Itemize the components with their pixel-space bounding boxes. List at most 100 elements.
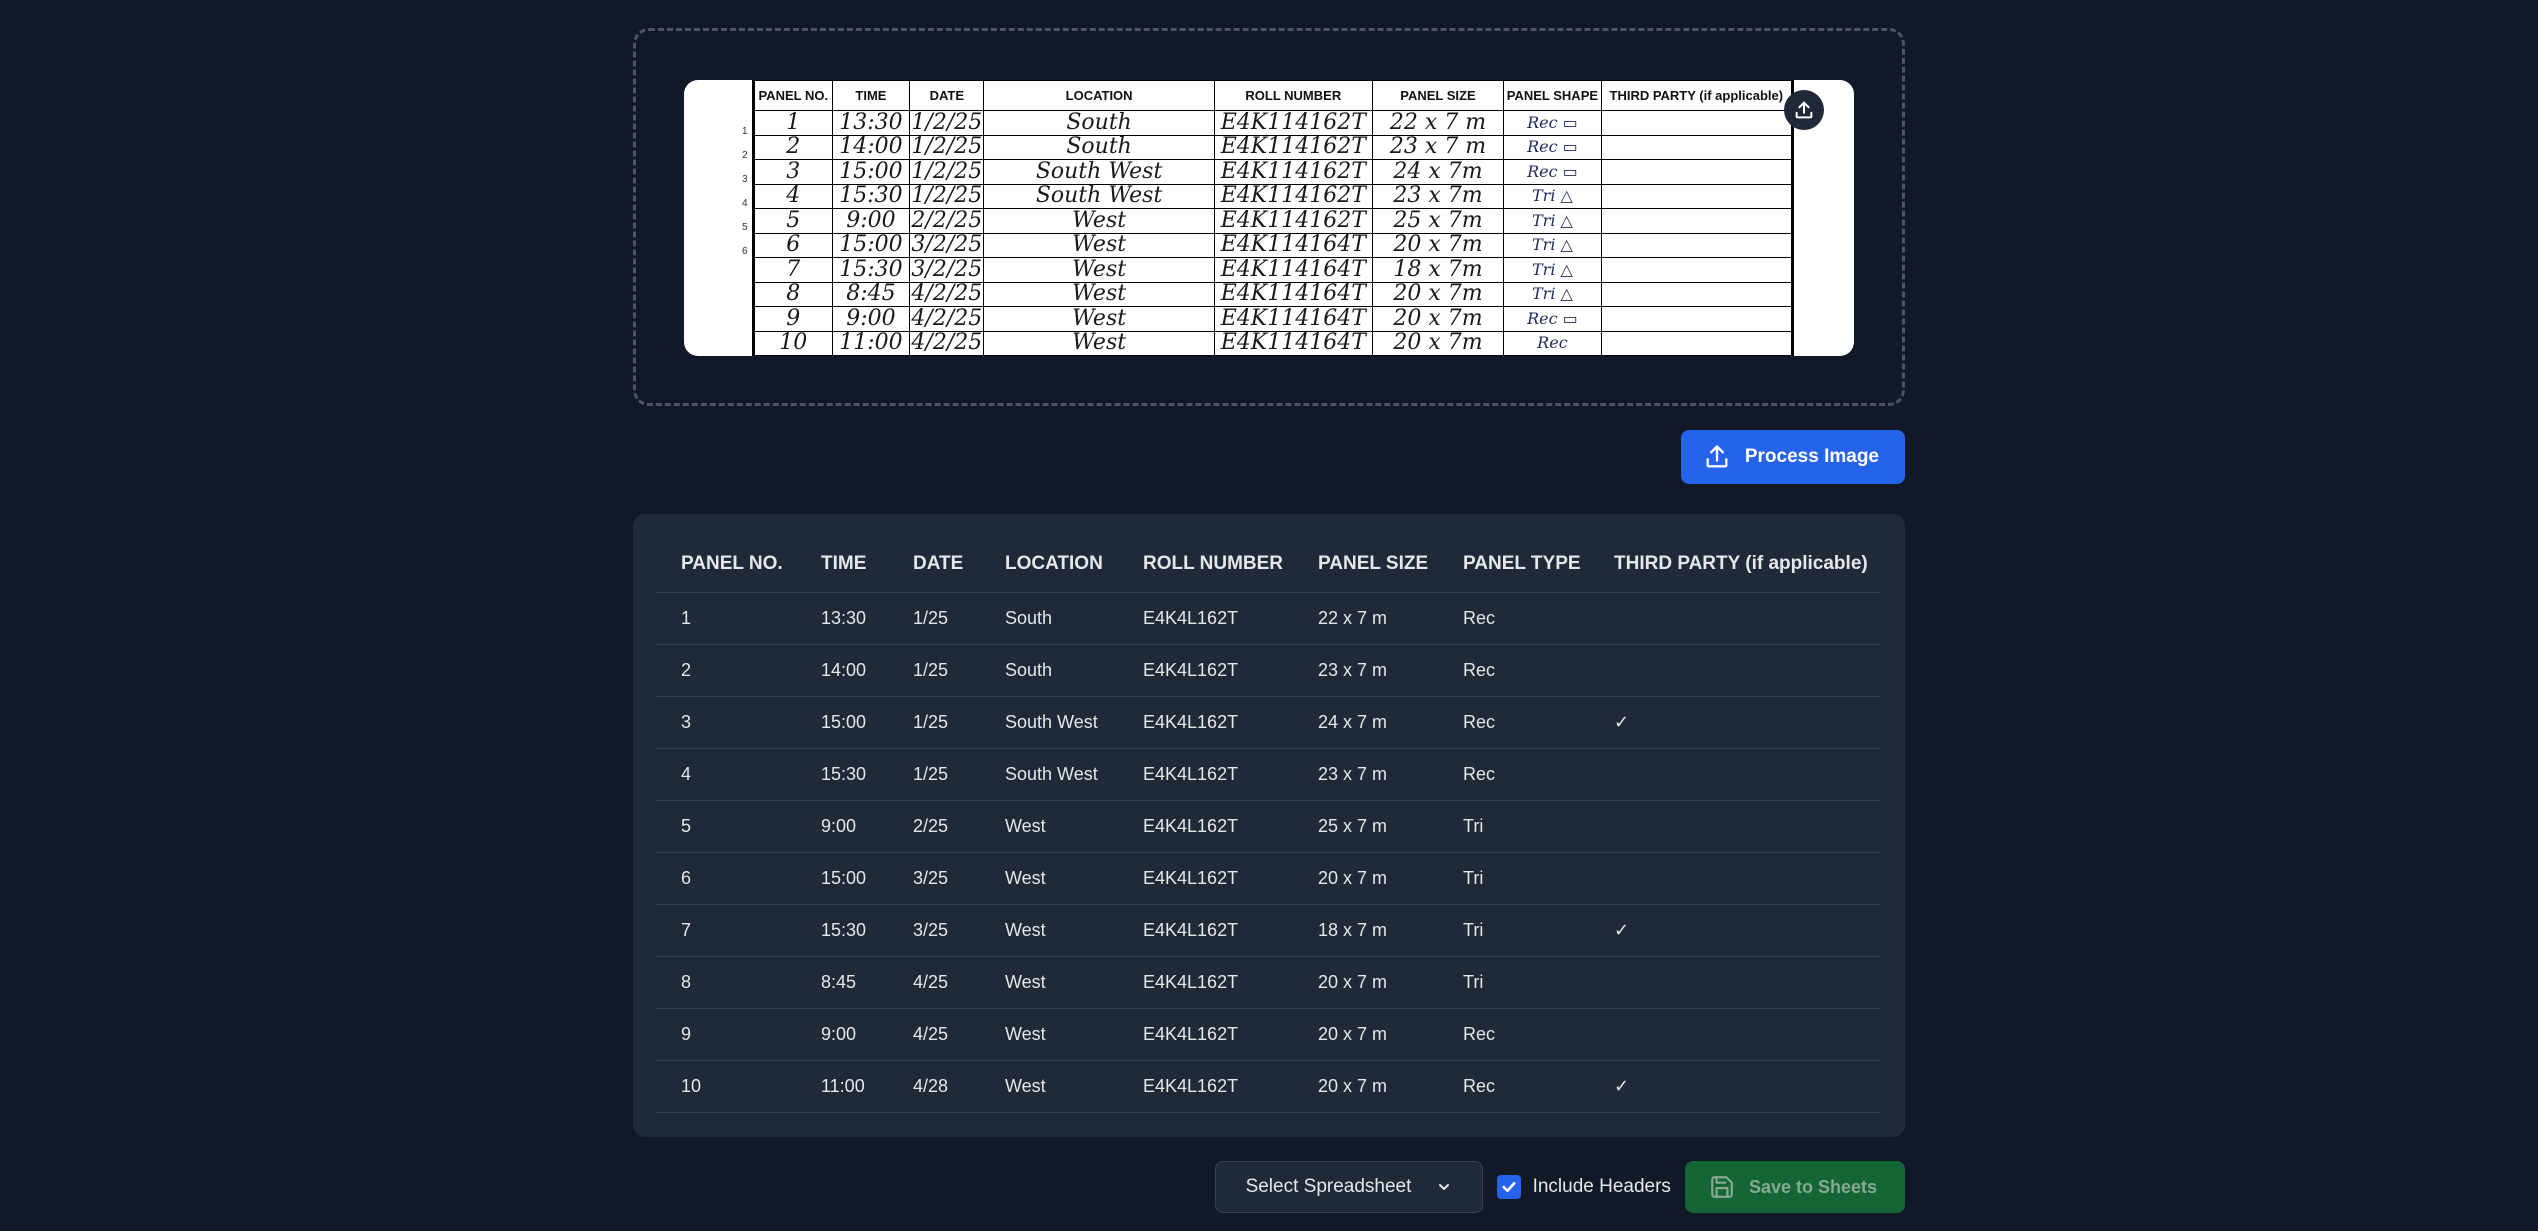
- table-cell: E4K4L162T: [1119, 800, 1294, 853]
- table-cell: 8:45: [797, 956, 889, 1009]
- sheet-cell: 2: [754, 134, 833, 160]
- table-row: 10 11:00 4/28 West E4K4L162T 20 x 7 m Rec ✓: [657, 1060, 1881, 1113]
- table-cell: [1590, 644, 1881, 697]
- table-cell: 10: [657, 1060, 797, 1113]
- table-cell: South: [981, 592, 1119, 645]
- sheet-cell: 9: [754, 306, 833, 332]
- sheet-cell: 3/2/25: [909, 232, 985, 258]
- spreadsheet-select[interactable]: Select Spreadsheet: [1214, 1161, 1483, 1213]
- sheet-cell: Rec ▭: [1503, 159, 1602, 185]
- results-card: PANEL NO. TIME DATE LOCATION ROLL NUMBER PANE…: [633, 514, 1905, 1137]
- sheet-cell: 4: [754, 183, 833, 209]
- sheet-row: 3 15:00 1/2/25 South West E4K114162T 24 x 7m R…: [754, 159, 1793, 185]
- table-cell: E4K4L162T: [1119, 1008, 1294, 1061]
- table-cell: 3/25: [889, 852, 981, 905]
- table-cell: Rec: [1439, 592, 1590, 645]
- table-cell: 6: [657, 852, 797, 905]
- table-cell: West: [981, 956, 1119, 1009]
- table-cell: Tri: [1439, 956, 1590, 1009]
- sheet-cell: 9:00: [831, 208, 911, 234]
- table-cell: 24 x 7 m: [1294, 696, 1439, 749]
- sheet-cell: 5: [754, 208, 833, 234]
- sheet-cell: E4K114164T: [1213, 330, 1373, 356]
- table-cell: Rec: [1439, 696, 1590, 749]
- table-row: 7 15:30 3/25 West E4K4L162T 18 x 7 m Tri ✓: [657, 904, 1881, 957]
- results-header-cell: ROLL NUMBER: [1119, 536, 1294, 593]
- table-cell: E4K4L162T: [1119, 696, 1294, 749]
- results-header-cell: PANEL SIZE: [1294, 536, 1439, 593]
- upload-icon: [1706, 445, 1728, 468]
- table-cell: 3/25: [889, 904, 981, 957]
- include-headers-checkbox[interactable]: [1496, 1175, 1521, 1199]
- sheet-cell: 15:00: [831, 159, 911, 185]
- table-cell: 22 x 7 m: [1294, 592, 1439, 645]
- sheet-cell: 9:00: [831, 306, 911, 332]
- reupload-button[interactable]: [1784, 90, 1824, 130]
- handwritten-header-row: PANEL NO. TIME DATE LOCATION ROLL NUMBER PANE…: [754, 80, 1793, 111]
- results-header-cell: LOCATION: [981, 536, 1119, 593]
- sheet-cell: West: [983, 257, 1215, 283]
- table-cell: 11:00: [797, 1060, 889, 1113]
- table-cell: ✓: [1590, 696, 1881, 749]
- table-cell: 1/25: [889, 592, 981, 645]
- table-cell: 7: [657, 904, 797, 957]
- table-cell: Tri: [1439, 904, 1590, 957]
- table-cell: Tri: [1439, 852, 1590, 905]
- process-image-button[interactable]: Process Image: [1680, 430, 1905, 484]
- image-dropzone[interactable]: 123456 PANEL NO. TIME DATE LOCATION ROLL NUM…: [633, 28, 1905, 406]
- margin-mark: 3: [742, 174, 748, 185]
- sheet-cell: West: [983, 330, 1215, 356]
- sheet-cell: 14:00: [831, 134, 911, 160]
- margin-mark: 6: [742, 246, 748, 257]
- results-header-cell: DATE: [889, 536, 981, 593]
- table-row: 3 15:00 1/25 South West E4K4L162T 24 x 7 m Rec…: [657, 696, 1881, 749]
- sheet-row: 5 9:00 2/2/25 West E4K114162T 25 x 7m Tri △: [754, 208, 1793, 234]
- sheet-cell: [1600, 257, 1793, 283]
- table-cell: Rec: [1439, 1008, 1590, 1061]
- sheet-cell: E4K114164T: [1213, 232, 1373, 258]
- sheet-cell: Tri △: [1503, 183, 1602, 209]
- table-cell: [1590, 800, 1881, 853]
- sheet-header-cell: PANEL SHAPE: [1503, 80, 1602, 111]
- sheet-row: 7 15:30 3/2/25 West E4K114164T 18 x 7m Tri △: [754, 257, 1793, 283]
- table-cell: West: [981, 1060, 1119, 1113]
- sheet-cell: 10: [754, 330, 833, 356]
- sheet-cell: 8:45: [831, 281, 911, 307]
- process-row: Process Image: [633, 430, 1905, 484]
- table-row: 5 9:00 2/25 West E4K4L162T 25 x 7 m Tri: [657, 800, 1881, 853]
- table-cell: 20 x 7 m: [1294, 956, 1439, 1009]
- sheet-cell: South West: [983, 159, 1215, 185]
- sheet-cell: Tri △: [1503, 232, 1602, 258]
- table-cell: [1590, 592, 1881, 645]
- sheet-header-cell: PANEL NO.: [754, 80, 833, 111]
- table-cell: 4/25: [889, 956, 981, 1009]
- table-cell: 2/25: [889, 800, 981, 853]
- table-cell: Rec: [1439, 748, 1590, 801]
- sheet-cell: South West: [983, 183, 1215, 209]
- sheet-cell: [1600, 330, 1793, 356]
- sheet-cell: 20 x 7m: [1371, 306, 1505, 332]
- sheet-cell: E4K114162T: [1213, 208, 1373, 234]
- sheet-cell: 15:00: [831, 232, 911, 258]
- sheet-cell: 22 x 7 m: [1371, 110, 1505, 136]
- table-cell: [1590, 748, 1881, 801]
- save-to-sheets-button[interactable]: Save to Sheets: [1684, 1161, 1905, 1213]
- sheet-cell: 15:30: [831, 183, 911, 209]
- margin-mark: 4: [742, 198, 748, 209]
- sheet-cell: Rec: [1503, 330, 1602, 356]
- table-cell: 1/25: [889, 696, 981, 749]
- table-cell: 5: [657, 800, 797, 853]
- sheet-cell: 23 x 7m: [1371, 183, 1505, 209]
- sheet-cell: [1600, 306, 1793, 332]
- sheet-cell: Tri △: [1503, 208, 1602, 234]
- table-cell: 4/25: [889, 1008, 981, 1061]
- upload-icon: [1795, 101, 1813, 119]
- spreadsheet-select-value: Select Spreadsheet: [1245, 1176, 1412, 1197]
- sheet-cell: 3/2/25: [909, 257, 985, 283]
- sheet-row: 4 15:30 1/2/25 South West E4K114162T 23 x 7m T…: [754, 183, 1793, 209]
- sheet-cell: 8: [754, 281, 833, 307]
- sheet-cell: South: [983, 110, 1215, 136]
- sheet-cell: 23 x 7 m: [1371, 134, 1505, 160]
- sheet-cell: 20 x 7m: [1371, 281, 1505, 307]
- table-cell: 15:30: [797, 748, 889, 801]
